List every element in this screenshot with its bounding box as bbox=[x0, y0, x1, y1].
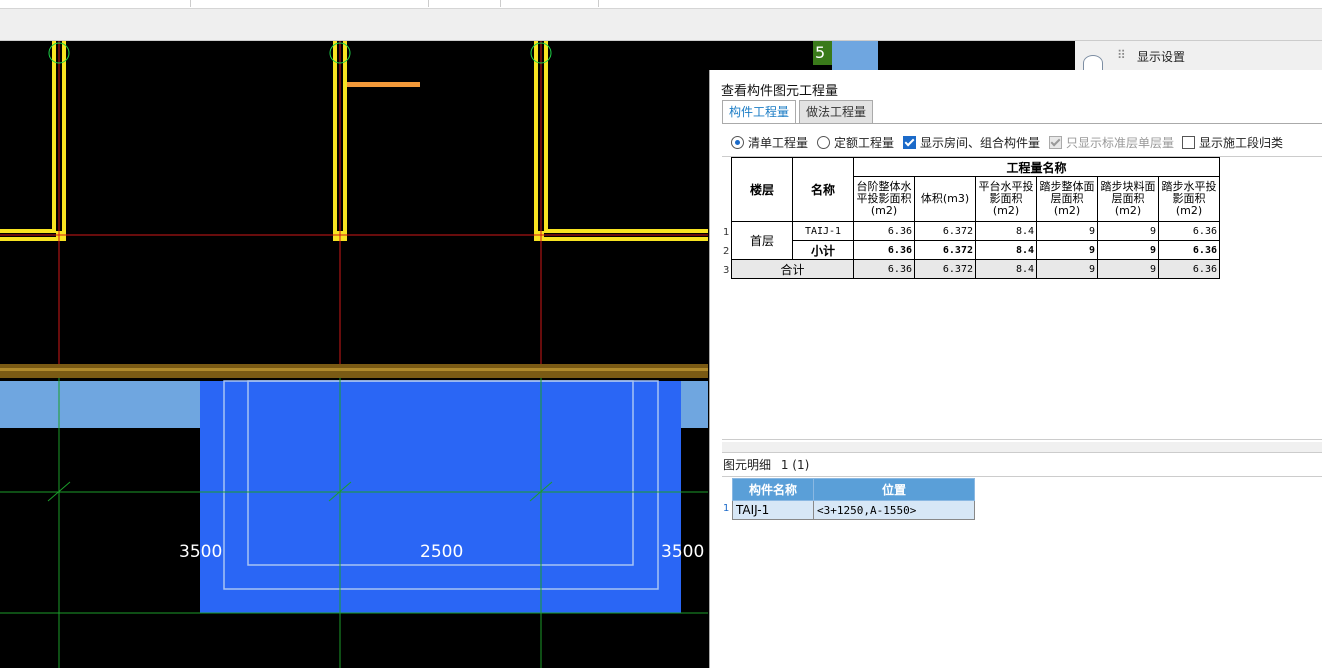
cell-component-name[interactable]: TAIJ-1 bbox=[732, 500, 814, 520]
top-menu-bar bbox=[0, 0, 1322, 9]
dimension-middle: 2500 bbox=[420, 542, 464, 562]
cell-name[interactable]: TAIJ-1 bbox=[792, 221, 854, 241]
table-row-total[interactable]: 合计 6.36 6.372 8.4 9 9 6.36 bbox=[731, 259, 1220, 279]
toolbar-separator bbox=[500, 0, 501, 7]
cell-value[interactable]: 9 bbox=[1036, 221, 1098, 241]
tab-component-quantity[interactable]: 构件工程量 bbox=[722, 100, 797, 123]
tab-method-quantity[interactable]: 做法工程量 bbox=[799, 100, 874, 123]
radio-list-label: 清单工程量 bbox=[748, 135, 809, 150]
header-position: 位置 bbox=[813, 478, 975, 501]
header-col: 台阶整体水平投影面积(m2) bbox=[853, 176, 915, 222]
wall-outline bbox=[0, 41, 708, 241]
toolbar-separator bbox=[428, 0, 429, 7]
cell-value[interactable]: 8.4 bbox=[975, 221, 1037, 241]
checkbox-icon[interactable] bbox=[1182, 135, 1195, 149]
checkbox-stage-label: 显示施工段归类 bbox=[1199, 135, 1284, 150]
quantity-table: 楼层 名称 工程量名称 台阶整体水平投影面积(m2) 体积(m3) 平台水平投影… bbox=[731, 157, 1220, 279]
cell-value[interactable]: 9 bbox=[1036, 259, 1098, 279]
dimension-left: 3500 bbox=[179, 542, 223, 562]
header-col: 平台水平投影面积(m2) bbox=[975, 176, 1037, 222]
cell-floor[interactable]: 首层 bbox=[731, 221, 793, 260]
display-settings-label[interactable]: 显示设置 bbox=[1137, 48, 1185, 65]
table-row-subtotal[interactable]: 小计 6.36 6.372 8.4 9 9 6.36 bbox=[732, 240, 1220, 260]
cell-value[interactable]: 6.36 bbox=[1158, 259, 1220, 279]
cell-value[interactable]: 9 bbox=[1097, 221, 1159, 241]
table-row[interactable]: 首层 TAIJ-1 6.36 6.372 8.4 9 9 6.36 bbox=[731, 221, 1220, 260]
cell-value[interactable]: 6.372 bbox=[914, 240, 976, 260]
toolbar-separator bbox=[598, 0, 599, 7]
cell-value[interactable]: 8.4 bbox=[975, 259, 1037, 279]
cell-value[interactable]: 6.372 bbox=[914, 259, 976, 279]
header-col: 踏步整体面层面积(m2) bbox=[1036, 176, 1098, 222]
checkbox-show-room[interactable]: 显示房间、组合构件量 bbox=[903, 134, 1040, 150]
cell-value[interactable]: 6.36 bbox=[853, 240, 915, 260]
header-col: 踏步块料面层面积(m2) bbox=[1097, 176, 1159, 222]
row-number: 2 bbox=[723, 246, 730, 257]
radio-icon[interactable] bbox=[817, 135, 830, 149]
radio-selected-icon[interactable] bbox=[731, 135, 744, 149]
cell-value[interactable]: 6.372 bbox=[914, 221, 976, 241]
dimension-right: 3500 bbox=[661, 542, 705, 562]
cell-value[interactable]: 9 bbox=[1097, 259, 1159, 279]
toolbar-separator bbox=[190, 0, 191, 7]
radio-quota-quantity[interactable]: 定额工程量 bbox=[817, 134, 894, 150]
cell-value[interactable]: 6.36 bbox=[1158, 221, 1220, 241]
detail-title-label: 图元明细 bbox=[723, 458, 772, 472]
tab-divider bbox=[722, 123, 1322, 124]
header-name: 名称 bbox=[792, 157, 854, 222]
checkbox-disabled-icon bbox=[1049, 135, 1062, 149]
header-col: 体积(m3) bbox=[914, 176, 976, 222]
drag-handle-icon[interactable]: ⠿ bbox=[1117, 48, 1127, 62]
header-component-name: 构件名称 bbox=[732, 478, 814, 501]
cell-value[interactable]: 8.4 bbox=[975, 240, 1037, 260]
header-col: 踏步水平投影面积(m2) bbox=[1158, 176, 1220, 222]
cell-value[interactable]: 9 bbox=[1036, 240, 1098, 260]
checkbox-checked-icon[interactable] bbox=[903, 135, 916, 149]
checkbox-std-label: 只显示标准层单层量 bbox=[1066, 135, 1175, 150]
header-quantity-group: 工程量名称 bbox=[853, 157, 1220, 177]
cell-value[interactable]: 6.36 bbox=[853, 221, 915, 241]
cell-name[interactable]: 小计 bbox=[792, 240, 854, 260]
radio-list-quantity[interactable]: 清单工程量 bbox=[731, 134, 808, 150]
checkbox-standard-floor: 只显示标准层单层量 bbox=[1049, 134, 1174, 150]
row-number: 3 bbox=[723, 265, 730, 276]
cell-value[interactable]: 9 bbox=[1097, 240, 1159, 260]
table-row[interactable]: TAIJ-1 <3+1250,A-1550> bbox=[732, 500, 975, 520]
cell-position[interactable]: <3+1250,A-1550> bbox=[813, 500, 975, 520]
splitter[interactable] bbox=[722, 442, 1322, 453]
row-number: 1 bbox=[723, 227, 730, 238]
radio-quota-label: 定额工程量 bbox=[834, 135, 895, 150]
refresh-icon[interactable] bbox=[1083, 55, 1103, 71]
quantity-panel: 查看构件图元工程量 构件工程量 做法工程量 清单工程量 定额工程量 显示房间、组… bbox=[709, 70, 1322, 668]
checkbox-construction-stage[interactable]: 显示施工段归类 bbox=[1182, 134, 1283, 150]
detail-table: 构件名称 位置 TAIJ-1 <3+1250,A-1550> bbox=[732, 478, 975, 520]
detail-count: 1 (1) bbox=[780, 458, 810, 472]
cell-value[interactable]: 6.36 bbox=[1158, 240, 1220, 260]
detail-divider bbox=[722, 476, 1322, 477]
cell-value[interactable]: 6.36 bbox=[853, 259, 915, 279]
secondary-toolbar bbox=[0, 9, 1322, 41]
axis-label-5: 5 bbox=[815, 43, 826, 62]
header-floor: 楼层 bbox=[731, 157, 793, 222]
cell-name[interactable]: 合计 bbox=[731, 259, 854, 279]
display-settings-bar[interactable]: ⠿ 显示设置 bbox=[1075, 41, 1322, 71]
checkbox-room-label: 显示房间、组合构件量 bbox=[920, 135, 1041, 150]
row-number: 1 bbox=[723, 503, 730, 514]
detail-title: 图元明细 1 (1) bbox=[723, 456, 809, 473]
panel-title: 查看构件图元工程量 bbox=[721, 84, 839, 99]
